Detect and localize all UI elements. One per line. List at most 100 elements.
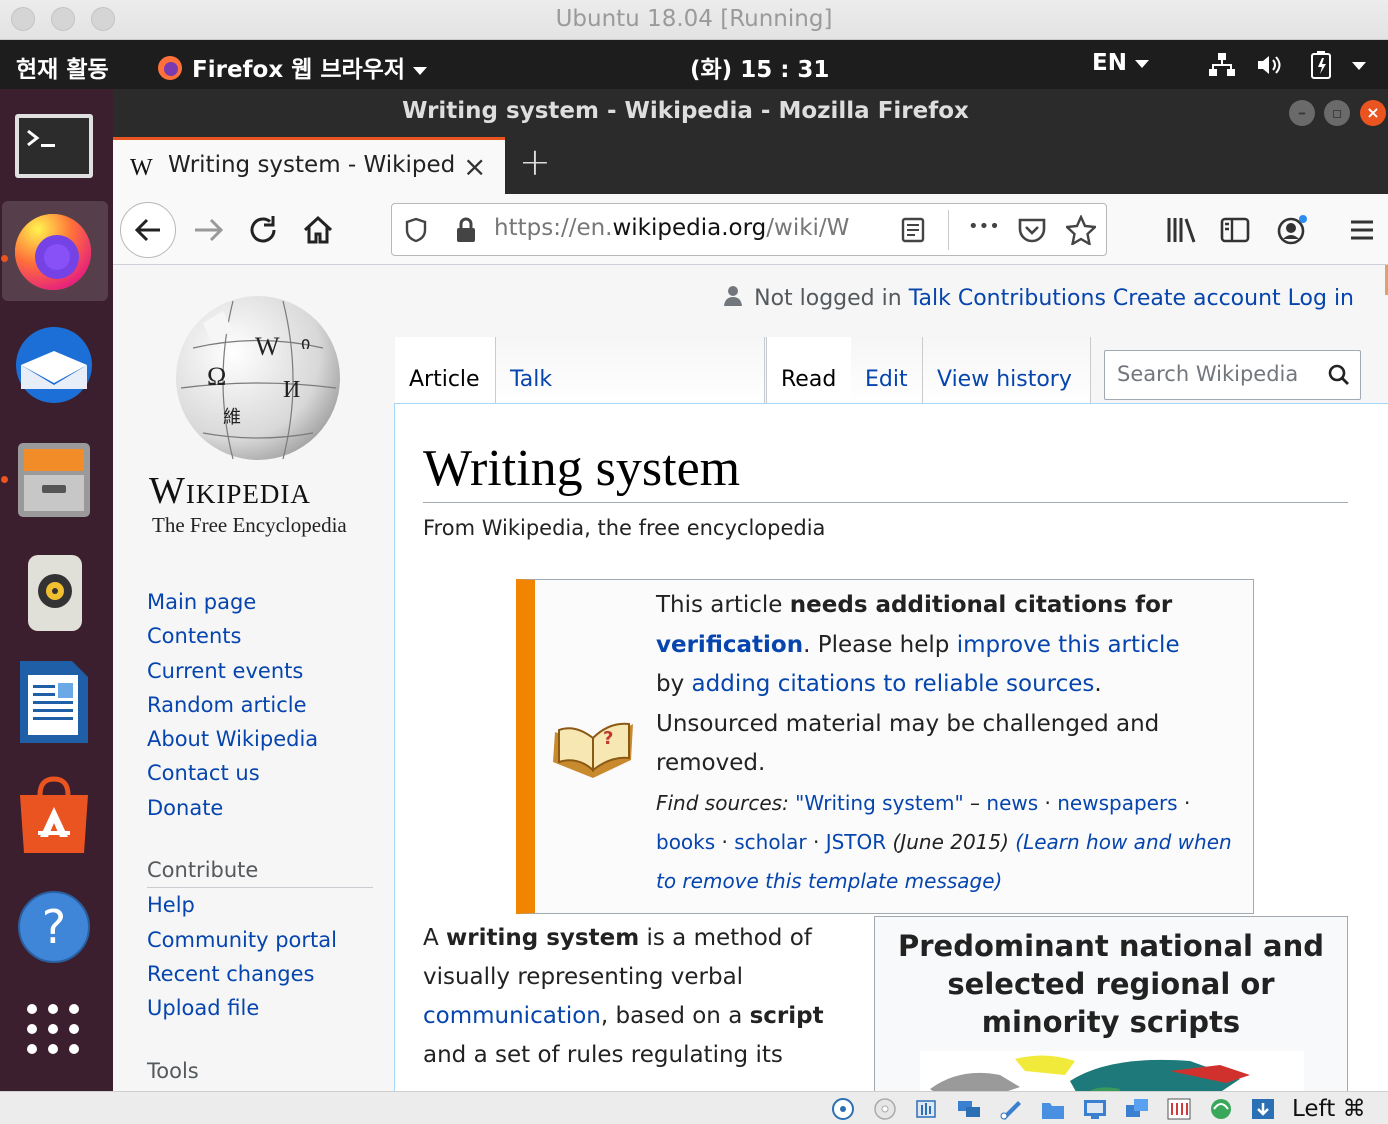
- dock-rhythmbox[interactable]: [0, 541, 113, 641]
- nav-main-page[interactable]: Main page: [147, 585, 373, 619]
- tab-close-icon[interactable]: ×: [463, 150, 486, 183]
- tab-view-history[interactable]: View history: [923, 337, 1091, 407]
- search-icon[interactable]: [1328, 364, 1350, 386]
- tools-heading: Tools: [147, 1058, 199, 1083]
- network-icon[interactable]: [1208, 52, 1236, 78]
- notice-lead: This article: [656, 592, 790, 618]
- chevron-down-icon: [1134, 59, 1149, 68]
- new-tab-button[interactable]: +: [519, 140, 551, 184]
- language-indicator[interactable]: EN: [1092, 50, 1149, 76]
- nav-help[interactable]: Help: [147, 888, 373, 922]
- create-account-link[interactable]: Create account: [1113, 286, 1281, 311]
- dock-help[interactable]: ?: [0, 877, 113, 977]
- dock-files[interactable]: [0, 427, 113, 527]
- system-menu-chevron-icon[interactable]: [1352, 62, 1366, 70]
- nav-upload-file[interactable]: Upload file: [147, 991, 373, 1025]
- network-adapter-icon[interactable]: [956, 1097, 982, 1121]
- tab-writing-system[interactable]: W Writing system - Wikiped ×: [113, 137, 505, 194]
- mouse-integration-icon[interactable]: [1250, 1097, 1276, 1121]
- tab-talk-label: Talk: [510, 367, 553, 392]
- tab-edit[interactable]: Edit: [851, 337, 923, 407]
- find-dash: –: [963, 790, 987, 815]
- nav-contents[interactable]: Contents: [147, 619, 373, 653]
- source-books-link[interactable]: books: [656, 830, 715, 854]
- lock-icon[interactable]: [454, 216, 478, 244]
- source-newspapers-link[interactable]: newspapers: [1057, 791, 1177, 815]
- optical-drive-icon[interactable]: [872, 1097, 898, 1121]
- shared-folders-icon[interactable]: [1040, 1097, 1066, 1121]
- sidebar: Main page Contents Current events Random…: [147, 585, 373, 1088]
- url-bar[interactable]: https://en.wikipedia.org/wiki/W •••: [391, 203, 1107, 256]
- dock-show-applications[interactable]: [0, 985, 113, 1085]
- dock-ubuntu-software[interactable]: [0, 761, 113, 861]
- source-scholar-link[interactable]: scholar: [734, 830, 806, 854]
- back-button[interactable]: [120, 202, 176, 258]
- nav-about-wikipedia[interactable]: About Wikipedia: [147, 722, 373, 756]
- nav-community-portal[interactable]: Community portal: [147, 923, 373, 957]
- hard-disk-icon[interactable]: [830, 1097, 856, 1121]
- guest-additions-icon[interactable]: [1208, 1097, 1234, 1121]
- dock-libreoffice-writer[interactable]: [0, 649, 113, 749]
- contributions-link[interactable]: Contributions: [958, 286, 1106, 311]
- dock-firefox[interactable]: [2, 201, 108, 301]
- page-actions-button[interactable]: •••: [968, 216, 1000, 237]
- nav-contact-us[interactable]: Contact us: [147, 756, 373, 790]
- bookmark-star-icon[interactable]: [1066, 215, 1096, 245]
- dock-thunderbird[interactable]: [0, 313, 113, 413]
- sidebar-toggle-icon[interactable]: [1215, 210, 1255, 250]
- world-scripts-map[interactable]: [920, 1051, 1304, 1091]
- source-jstor-link[interactable]: JSTOR: [826, 830, 886, 854]
- clock[interactable]: (화) 15 : 31: [690, 50, 829, 84]
- nav-recent-changes[interactable]: Recent changes: [147, 957, 373, 991]
- svg-text:И: И: [283, 377, 300, 403]
- citation-needed-notice: ? This article needs additional citation…: [516, 579, 1254, 914]
- window-minimize-button[interactable]: –: [1289, 100, 1315, 126]
- libreoffice-writer-icon: [20, 661, 88, 743]
- volume-icon[interactable]: [1256, 53, 1284, 77]
- tracking-protection-shield-icon[interactable]: [404, 217, 428, 243]
- wikipedia-logo[interactable]: ΩWИ 維 ი Wikipedia The Free Encyclopedia: [143, 293, 363, 537]
- window-maximize-button[interactable]: ▫: [1324, 100, 1350, 126]
- pocket-icon[interactable]: [1017, 217, 1047, 243]
- usb-icon[interactable]: [998, 1097, 1024, 1121]
- tab-article[interactable]: Article: [395, 337, 495, 407]
- reload-icon[interactable]: [243, 210, 283, 250]
- communication-link[interactable]: communication: [423, 1003, 601, 1029]
- notice-period: .: [1094, 671, 1102, 697]
- activities-button[interactable]: 현재 활동: [16, 50, 109, 84]
- reader-view-icon[interactable]: [901, 217, 925, 243]
- body-a: A: [423, 925, 447, 951]
- vt-x-icon[interactable]: [1166, 1097, 1192, 1121]
- dock-terminal[interactable]: [0, 95, 113, 195]
- nav-current-events[interactable]: Current events: [147, 654, 373, 688]
- forward-arrow-icon[interactable]: [189, 210, 229, 250]
- find-sources-label: Find sources:: [656, 790, 789, 815]
- search-input[interactable]: Search Wikipedia: [1104, 350, 1361, 400]
- verification-link[interactable]: verification: [656, 632, 803, 658]
- rhythmbox-icon: [28, 555, 82, 631]
- host-window-title: Ubuntu 18.04 [Running]: [555, 6, 833, 32]
- library-icon[interactable]: [1161, 210, 1201, 250]
- video-capture-icon[interactable]: [1124, 1097, 1150, 1121]
- tab-read[interactable]: Read: [766, 337, 852, 407]
- nav-random-article[interactable]: Random article: [147, 688, 373, 722]
- display-icon[interactable]: [1082, 1097, 1108, 1121]
- app-menu[interactable]: Firefox 웹 브라우저: [156, 50, 427, 84]
- improve-article-link[interactable]: improve this article: [957, 632, 1180, 658]
- find-query-link[interactable]: "Writing system": [795, 791, 964, 815]
- nav-donate[interactable]: Donate: [147, 791, 373, 825]
- home-icon[interactable]: [298, 210, 338, 250]
- adding-citations-link[interactable]: adding citations to reliable sources: [692, 671, 1095, 697]
- hamburger-menu-icon[interactable]: [1342, 210, 1382, 250]
- host-window-titlebar: Ubuntu 18.04 [Running]: [0, 0, 1388, 40]
- account-icon[interactable]: [1271, 210, 1311, 250]
- tab-talk[interactable]: Talk: [495, 337, 567, 407]
- log-in-link[interactable]: Log in: [1288, 286, 1354, 311]
- urlbar-divider: [948, 210, 949, 250]
- source-news-link[interactable]: news: [986, 791, 1038, 815]
- battery-icon[interactable]: [1310, 50, 1332, 80]
- audio-icon[interactable]: [914, 1097, 940, 1121]
- window-close-button[interactable]: ×: [1360, 100, 1386, 126]
- personal-talk-link[interactable]: Talk: [909, 286, 951, 311]
- software-center-icon: [20, 776, 88, 853]
